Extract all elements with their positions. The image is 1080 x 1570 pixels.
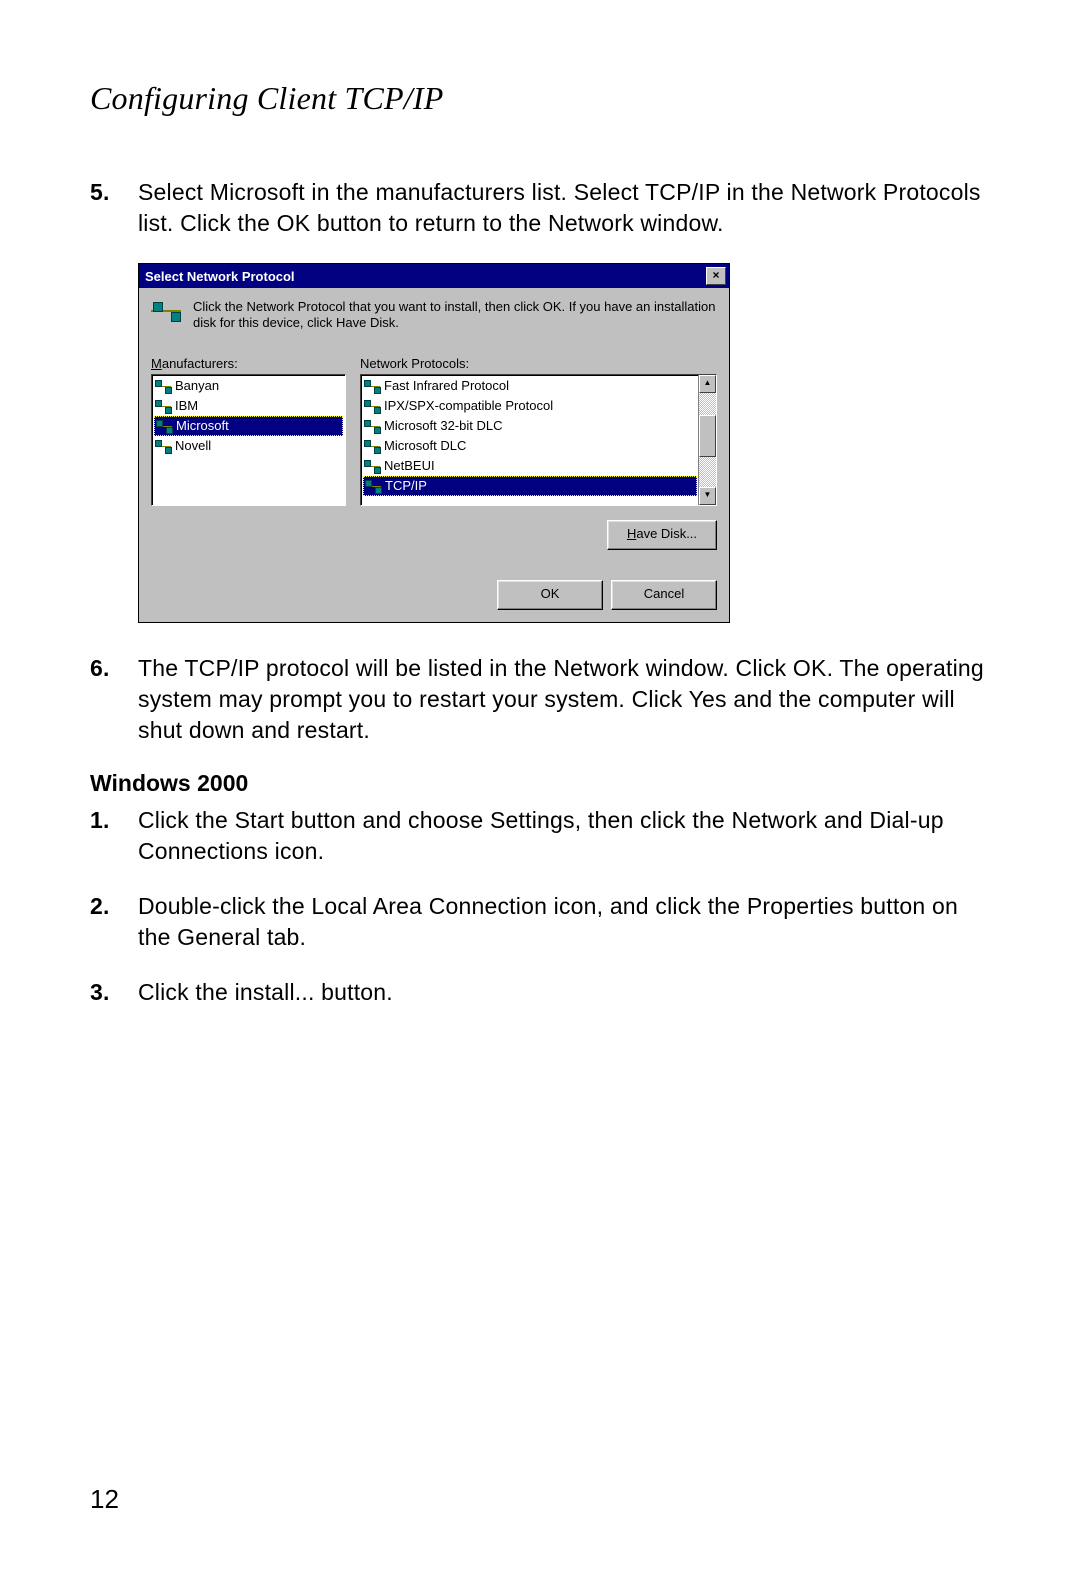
manufacturers-listbox[interactable]: Banyan IBM Microsoft Novell [151,374,346,506]
step-number: 5. [90,177,138,239]
dialog-title: Select Network Protocol [145,269,295,284]
ok-button[interactable]: OK [497,580,603,610]
protocols-column: Network Protocols: Fast Infrared Protoco… [360,356,717,506]
network-protocol-icon [156,420,172,434]
manufacturer-item[interactable]: Novell [153,436,344,456]
step-item: 2. Double-click the Local Area Connectio… [90,891,990,953]
protocol-item-label: TCP/IP [385,478,427,493]
step-list-win2000: 1. Click the Start button and choose Set… [90,805,990,1008]
manufacturer-item-label: Microsoft [176,418,229,433]
protocol-item-label: Microsoft 32-bit DLC [384,418,502,433]
close-button[interactable]: × [706,267,726,285]
network-protocol-icon [151,300,181,326]
page-title: Configuring Client TCP/IP [90,80,990,117]
network-protocol-icon [364,380,380,394]
step-item: 5. Select Microsoft in the manufacturers… [90,177,990,239]
cancel-button[interactable]: Cancel [611,580,717,610]
network-protocol-icon [155,440,171,454]
manufacturer-item-label: Banyan [175,378,219,393]
step-text: The TCP/IP protocol will be listed in th… [138,653,990,746]
dialog-screenshot: Select Network Protocol × Click the Netw… [138,263,990,623]
windows-2000-heading: Windows 2000 [90,770,990,797]
step-text: Select Microsoft in the manufacturers li… [138,177,990,239]
step-number: 3. [90,977,138,1008]
protocol-item[interactable]: NetBEUI [362,456,698,476]
manufacturers-label: Manufacturers: [151,356,346,371]
network-protocol-icon [364,460,380,474]
dialog-body: Click the Network Protocol that you want… [139,288,729,622]
manufacturer-item[interactable]: IBM [153,396,344,416]
step-text: Double-click the Local Area Connection i… [138,891,990,953]
scroll-track[interactable] [699,393,716,487]
protocols-scrollbar[interactable]: ▲ ▼ [698,375,716,505]
step-number: 1. [90,805,138,867]
manufacturer-item[interactable]: Microsoft [154,416,343,436]
step-list-top: 5. Select Microsoft in the manufacturers… [90,177,990,239]
protocol-item-label: Fast Infrared Protocol [384,378,509,393]
network-protocol-icon [155,400,171,414]
step-number: 6. [90,653,138,746]
manufacturer-item[interactable]: Banyan [153,376,344,396]
network-protocol-icon [365,480,381,494]
protocol-item[interactable]: Fast Infrared Protocol [362,376,698,396]
step-text: Click the Start button and choose Settin… [138,805,990,867]
protocol-item[interactable]: TCP/IP [363,476,697,496]
scroll-thumb[interactable] [699,415,716,457]
dialog-titlebar: Select Network Protocol × [139,264,729,288]
page-number: 12 [90,1484,119,1515]
step-item: 6. The TCP/IP protocol will be listed in… [90,653,990,746]
protocols-label: Network Protocols: [360,356,717,371]
network-protocol-icon [364,400,380,414]
protocols-listbox[interactable]: Fast Infrared Protocol IPX/SPX-compatible… [360,374,717,506]
step-item: 3. Click the install... button. [90,977,990,1008]
step-text: Click the install... button. [138,977,990,1008]
step-item: 1. Click the Start button and choose Set… [90,805,990,867]
step-number: 2. [90,891,138,953]
manufacturer-item-label: IBM [175,398,198,413]
step-list-after: 6. The TCP/IP protocol will be listed in… [90,653,990,746]
dialog-instruction-row: Click the Network Protocol that you want… [151,298,717,332]
protocol-item-label: NetBEUI [384,458,435,473]
network-protocol-icon [155,380,171,394]
network-protocol-icon [364,420,380,434]
protocol-item-label: IPX/SPX-compatible Protocol [384,398,553,413]
network-protocol-icon [364,440,380,454]
protocol-item[interactable]: Microsoft 32-bit DLC [362,416,698,436]
manufacturers-column: Manufacturers: Banyan IBM Microsoft Novell [151,356,346,506]
dialog-instruction: Click the Network Protocol that you want… [193,298,717,332]
protocol-item[interactable]: Microsoft DLC [362,436,698,456]
protocol-item[interactable]: IPX/SPX-compatible Protocol [362,396,698,416]
scroll-down-button[interactable]: ▼ [699,487,716,505]
select-network-protocol-dialog: Select Network Protocol × Click the Netw… [138,263,730,623]
have-disk-row: Have Disk... [151,520,717,550]
ok-cancel-row: OK Cancel [151,580,717,610]
document-page: Configuring Client TCP/IP 5. Select Micr… [0,0,1080,1570]
manufacturer-item-label: Novell [175,438,211,453]
have-disk-button[interactable]: Have Disk... [607,520,717,550]
scroll-up-button[interactable]: ▲ [699,375,716,393]
dialog-lists: Manufacturers: BanyanIBMMicrosoftNovell … [151,356,717,506]
protocol-item-label: Microsoft DLC [384,438,466,453]
